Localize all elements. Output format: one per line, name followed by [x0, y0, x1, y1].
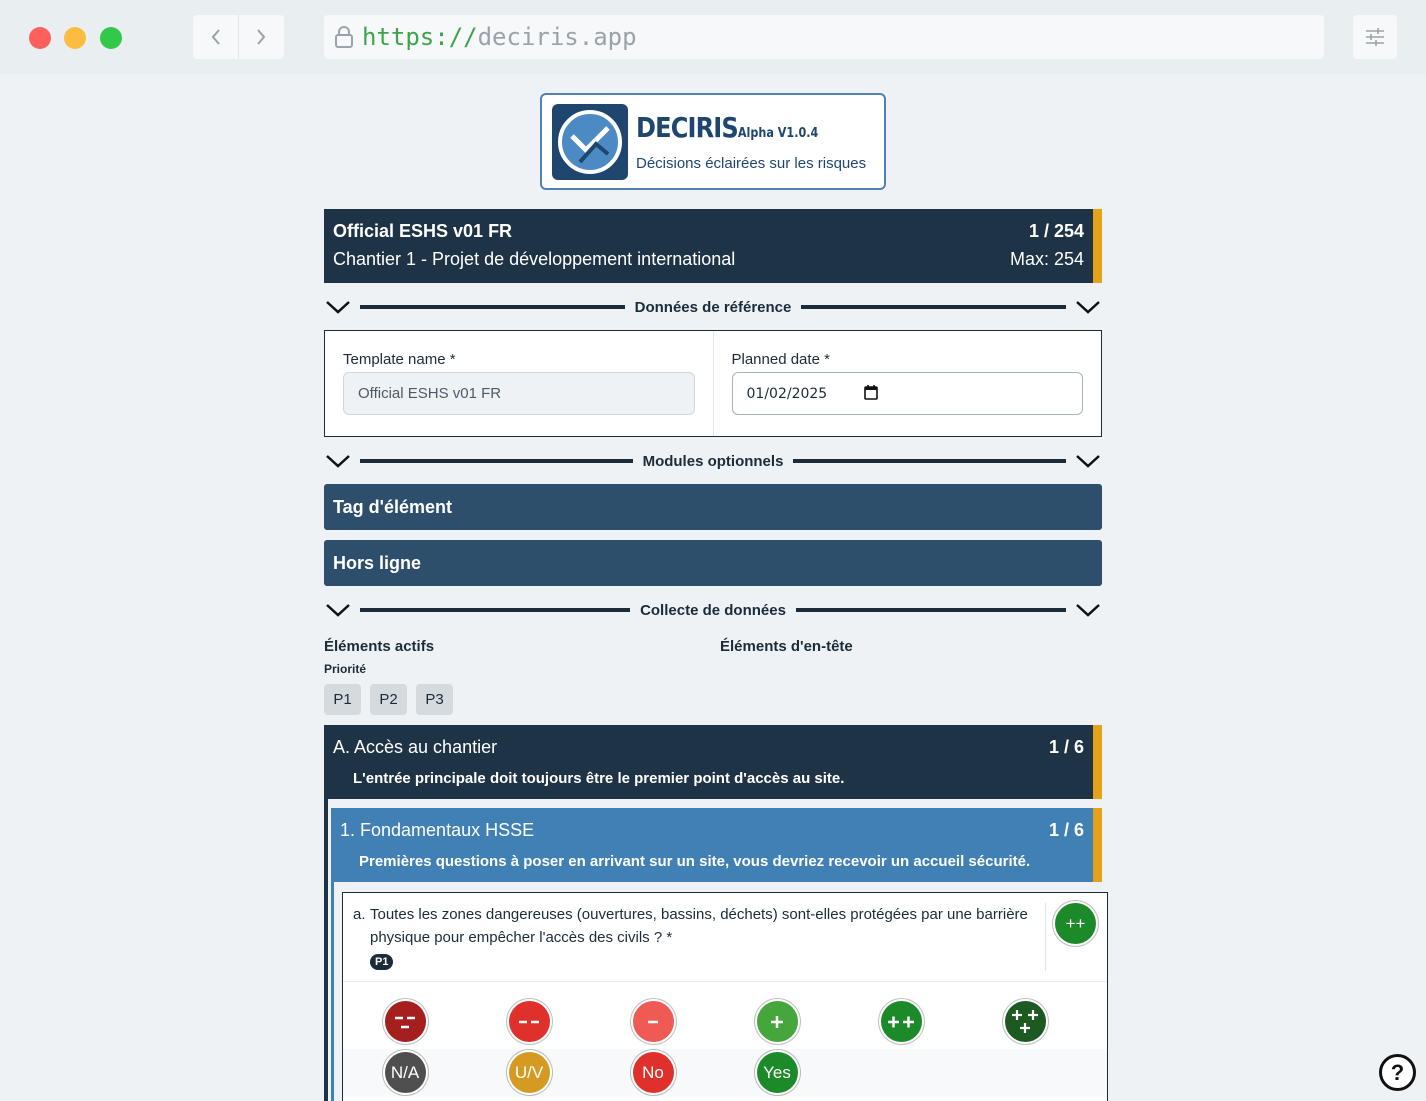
priority-filter-p3[interactable]: P3: [416, 684, 453, 715]
priority-label: Priorité: [324, 662, 367, 676]
site-title: Chantier 1 - Projet de développement int…: [333, 249, 736, 269]
triple-plus-icon: [1012, 1009, 1038, 1033]
question-text-block: a. Toutes les zones dangereuses (ouvertu…: [353, 903, 1033, 949]
subsection-1-count: 1 / 6: [1048, 820, 1084, 840]
chevron-down-icon[interactable]: [1074, 293, 1102, 321]
settings-button[interactable]: [1353, 15, 1397, 59]
subsection-1-header[interactable]: 1. Fondamentaux HSSE 1 / 6 Premières que…: [331, 808, 1102, 882]
answer-double-minus-button[interactable]: [508, 1001, 550, 1042]
subsection-1-body: a. Toutes les zones dangereuses (ouvertu…: [331, 882, 1108, 1101]
double-minus-icon: [519, 1020, 539, 1023]
answer-status-row: N/A U/V No Yes: [343, 1049, 1107, 1097]
url-scheme: https://: [362, 23, 478, 51]
section-label-reference: Données de référence: [634, 298, 792, 316]
section-divider-modules[interactable]: Modules optionnels: [324, 447, 1102, 475]
calendar-icon[interactable]: [863, 385, 878, 400]
answer-triple-minus-button[interactable]: [384, 1001, 426, 1042]
selected-answer-double-plus[interactable]: ++: [1055, 903, 1096, 944]
module-tag-element[interactable]: Tag d'élément: [324, 484, 1102, 530]
chevron-down-icon[interactable]: [1074, 447, 1102, 475]
lock-icon: [335, 26, 353, 48]
template-title: Official ESHS v01 FR: [333, 221, 513, 241]
section-a-count: 1 / 6: [1048, 737, 1084, 757]
browser-toolbar: https://deciris.app: [0, 0, 1426, 74]
chevron-left-icon: [211, 29, 220, 45]
section-a-body: 1. Fondamentaux HSSE 1 / 6 Premières que…: [324, 799, 1108, 1101]
answer-na-button[interactable]: N/A: [384, 1052, 426, 1093]
minus-icon: [648, 1020, 658, 1023]
forward-button[interactable]: [238, 15, 283, 59]
priority-filter-p1[interactable]: P1: [324, 684, 361, 715]
section-a-title: A. Accès au chantier: [333, 737, 498, 757]
answer-minus-button[interactable]: [632, 1001, 674, 1042]
help-button[interactable]: ?: [1379, 1054, 1416, 1091]
answer-no-button[interactable]: No: [632, 1052, 674, 1093]
answer-plus-button[interactable]: [756, 1001, 798, 1042]
answer-uv-button[interactable]: U/V: [508, 1052, 550, 1093]
question-letter: a.: [353, 906, 366, 923]
minimize-window-button[interactable]: [64, 27, 86, 49]
chevron-down-icon[interactable]: [324, 596, 352, 624]
module-offline[interactable]: Hors ligne: [324, 540, 1102, 586]
selected-answer[interactable]: ++: [1055, 903, 1096, 944]
double-plus-icon: [888, 1016, 914, 1027]
answer-yes-button[interactable]: Yes: [756, 1052, 798, 1093]
section-a-header[interactable]: A. Accès au chantier 1 / 6 L'entrée prin…: [324, 725, 1102, 799]
url-host: deciris.app: [477, 23, 637, 51]
back-button[interactable]: [193, 15, 238, 59]
maximize-window-button[interactable]: [100, 27, 122, 49]
answer-double-plus-button[interactable]: [880, 1001, 922, 1042]
header-elements-title: Éléments d'en-tête: [720, 638, 853, 655]
template-name-label: Template name *: [343, 351, 456, 368]
priority-filter-p2[interactable]: P2: [370, 684, 407, 715]
sliders-icon: [1366, 28, 1384, 46]
brand-tagline: Décisions éclairées sur les risques: [636, 155, 867, 172]
template-name-input[interactable]: [343, 372, 695, 415]
section-a-description: L'entrée principale doit toujours être l…: [353, 770, 845, 787]
section-label-collection: Collecte de données: [640, 601, 786, 619]
close-window-button[interactable]: [29, 27, 51, 49]
triple-minus-icon: [395, 1016, 415, 1028]
chevron-right-icon: [257, 29, 266, 45]
plus-icon: [771, 1015, 783, 1028]
priority-badge: P1: [370, 954, 394, 970]
brand-name: DECIRISAlpha V1.0.4: [636, 111, 819, 144]
address-bar[interactable]: https://deciris.app: [324, 15, 1324, 59]
app-logo[interactable]: DECIRISAlpha V1.0.4 Décisions éclairées …: [540, 93, 886, 190]
collection-filters: Éléments actifs Éléments d'en-tête Prior…: [324, 638, 1102, 718]
chevron-down-icon[interactable]: [324, 293, 352, 321]
section-divider-reference[interactable]: Données de référence: [324, 293, 1102, 321]
section-label-modules: Modules optionnels: [642, 452, 784, 470]
app-version: Alpha V1.0.4: [737, 126, 819, 141]
active-elements-title: Éléments actifs: [324, 638, 435, 655]
answer-scale-row: [343, 1001, 1107, 1042]
nav-buttons: [193, 15, 284, 59]
subsection-1-description: Premières questions à poser en arrivant …: [359, 853, 1031, 870]
reference-data-card: Template name * Planned date *: [324, 330, 1102, 437]
inspection-header: Official ESHS v01 FR 1 / 254 Chantier 1 …: [324, 209, 1102, 283]
subsection-1-title: 1. Fondamentaux HSSE: [340, 820, 535, 840]
question-text: Toutes les zones dangereuses (ouvertures…: [370, 906, 1028, 946]
logo-mark-icon: [552, 104, 628, 180]
answer-triple-plus-button[interactable]: [1004, 1001, 1046, 1042]
section-divider-collection[interactable]: Collecte de données: [324, 596, 1102, 624]
planned-date-input[interactable]: [731, 372, 1083, 415]
chevron-down-icon[interactable]: [324, 447, 352, 475]
planned-date-label: Planned date *: [731, 351, 830, 368]
chevron-down-icon[interactable]: [1074, 596, 1102, 624]
max-score: Max: 254: [1009, 249, 1084, 269]
question-card: a. Toutes les zones dangereuses (ouvertu…: [342, 892, 1108, 1101]
progress-count: 1 / 254: [1028, 221, 1084, 241]
